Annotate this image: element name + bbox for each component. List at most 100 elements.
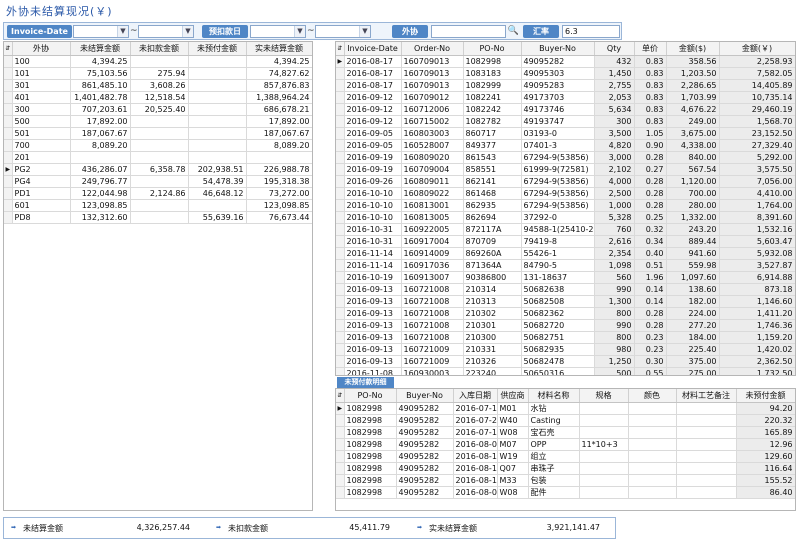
- vendor-summary-cell[interactable]: [130, 175, 189, 188]
- prepayment-detail-cell[interactable]: 49095282: [396, 402, 454, 415]
- invoice-detail-cell[interactable]: 1,703.99: [666, 91, 720, 104]
- invoice-detail-cell[interactable]: 889.44: [666, 235, 720, 248]
- invoice-detail-cell[interactable]: 49193747: [521, 115, 595, 128]
- invoice-detail-cell[interactable]: 160922005: [401, 223, 464, 236]
- vendor-summary-cell[interactable]: 123,098.85: [246, 199, 312, 212]
- vendor-summary-cell[interactable]: 301: [12, 79, 71, 92]
- invoice-detail-cell[interactable]: 1,250: [594, 355, 635, 368]
- vendor-summary-cell[interactable]: [188, 91, 247, 104]
- invoice-detail-cell[interactable]: 2016-10-31: [344, 235, 402, 248]
- invoice-detail-row[interactable]: 2016-09-13 160721008 210313 50682508 1,300 0.…: [336, 295, 795, 308]
- vendor-summary-cell[interactable]: 700: [12, 139, 71, 152]
- vendor-summary-cell[interactable]: 300: [12, 103, 71, 116]
- invoice-detail-column-header[interactable]: 单价: [634, 42, 667, 56]
- invoice-detail-cell[interactable]: 160917004: [401, 235, 464, 248]
- vendor-summary-row[interactable]: PG4 249,796.77 54,478.39 195,318.38: [4, 175, 312, 188]
- invoice-detail-cell[interactable]: 67294-9(53856): [521, 175, 595, 188]
- vendor-summary-row[interactable]: ▶ PG2 436,286.07 6,358.78 202,938.51 226,988.…: [4, 163, 312, 176]
- prepayment-detail-cell[interactable]: 49095282: [396, 438, 454, 451]
- invoice-detail-cell[interactable]: 3,000: [594, 151, 635, 164]
- prepayment-detail-cell[interactable]: Q07: [497, 462, 529, 475]
- vendor-summary-cell[interactable]: 8,089.20: [246, 139, 312, 152]
- vendor-summary-row[interactable]: 201: [4, 151, 312, 164]
- vendor-summary-cell[interactable]: PD1: [12, 187, 71, 200]
- invoice-detail-cell[interactable]: 0.28: [634, 151, 667, 164]
- vendor-summary-cell[interactable]: 1,388,964.24: [246, 91, 312, 104]
- invoice-detail-cell[interactable]: 5,932.08: [719, 247, 795, 260]
- invoice-detail-cell[interactable]: 2,102: [594, 163, 635, 176]
- invoice-detail-cell[interactable]: 2016-09-05: [344, 139, 402, 152]
- prepayment-detail-cell[interactable]: 2016-07-14: [453, 426, 498, 439]
- invoice-detail-cell[interactable]: 0.90: [634, 139, 667, 152]
- invoice-detail-cell[interactable]: 862935: [463, 199, 522, 212]
- invoice-detail-cell[interactable]: 0.83: [634, 91, 667, 104]
- invoice-detail-cell[interactable]: 03193-0: [521, 127, 595, 140]
- invoice-detail-cell[interactable]: 2,500: [594, 187, 635, 200]
- prepayment-detail-cell[interactable]: [628, 414, 677, 427]
- prepayment-detail-cell[interactable]: M07: [497, 438, 529, 451]
- invoice-detail-cell[interactable]: 160709013: [401, 55, 464, 68]
- invoice-detail-cell[interactable]: 2016-09-13: [344, 343, 402, 356]
- vendor-summary-cell[interactable]: 101: [12, 67, 71, 80]
- invoice-detail-cell[interactable]: 184.00: [666, 331, 720, 344]
- invoice-detail-cell[interactable]: 131-18637: [521, 271, 595, 284]
- invoice-detail-cell[interactable]: 160813001: [401, 199, 464, 212]
- invoice-detail-cell[interactable]: 37292-0: [521, 211, 595, 224]
- invoice-detail-cell[interactable]: 0.30: [634, 355, 667, 368]
- invoice-detail-cell[interactable]: 160721008: [401, 283, 464, 296]
- invoice-detail-column-header[interactable]: PO-No: [463, 42, 522, 56]
- invoice-detail-cell[interactable]: 1082241: [463, 91, 522, 104]
- invoice-detail-cell[interactable]: 0.14: [634, 295, 667, 308]
- invoice-detail-cell[interactable]: 225.40: [666, 343, 720, 356]
- prepayment-detail-cell[interactable]: [579, 486, 629, 499]
- invoice-detail-cell[interactable]: 160721009: [401, 343, 464, 356]
- prepayment-detail-cell[interactable]: [628, 402, 677, 415]
- invoice-detail-cell[interactable]: 500: [594, 367, 635, 375]
- invoice-detail-cell[interactable]: 90386800: [463, 271, 522, 284]
- invoice-detail-cell[interactable]: 862694: [463, 211, 522, 224]
- prepayment-detail-cell[interactable]: 94.20: [736, 402, 795, 415]
- invoice-detail-cell[interactable]: 0.83: [634, 67, 667, 80]
- vendor-summary-cell[interactable]: 201: [12, 151, 71, 164]
- invoice-detail-row[interactable]: 2016-09-12 160715002 1082782 49193747 300 0.8…: [336, 115, 795, 128]
- invoice-detail-column-header[interactable]: Invoice-Date: [344, 42, 402, 56]
- invoice-detail-cell[interactable]: 872117A: [463, 223, 522, 236]
- prepayment-detail-cell[interactable]: W19: [497, 450, 529, 463]
- vendor-summary-cell[interactable]: 132,312.60: [70, 211, 131, 224]
- prepayment-detail-cell[interactable]: 12.96: [736, 438, 795, 451]
- invoice-detail-cell[interactable]: 50682638: [521, 283, 595, 296]
- invoice-detail-cell[interactable]: 1,746.36: [719, 319, 795, 332]
- invoice-detail-cell[interactable]: 0.55: [634, 367, 667, 375]
- invoice-detail-cell[interactable]: 2016-09-13: [344, 355, 402, 368]
- invoice-detail-cell[interactable]: 2,258.93: [719, 55, 795, 68]
- prepayment-detail-cell[interactable]: 1082998: [344, 402, 397, 415]
- invoice-detail-cell[interactable]: 0.83: [634, 103, 667, 116]
- invoice-detail-cell[interactable]: 1,764.00: [719, 199, 795, 212]
- deduction-date-to-dropdown[interactable]: ▼: [315, 25, 371, 38]
- vendor-summary-cell[interactable]: 857,876.83: [246, 79, 312, 92]
- invoice-detail-cell[interactable]: 14,405.89: [719, 79, 795, 92]
- vendor-summary-cell[interactable]: 601: [12, 199, 71, 212]
- prepayment-detail-cell[interactable]: [628, 438, 677, 451]
- prepayment-detail-cell[interactable]: 配件: [528, 486, 580, 499]
- invoice-detail-cell[interactable]: 8,391.60: [719, 211, 795, 224]
- invoice-detail-cell[interactable]: 160809022: [401, 187, 464, 200]
- invoice-detail-cell[interactable]: 0.25: [634, 211, 667, 224]
- invoice-detail-cell[interactable]: 0.40: [634, 247, 667, 260]
- invoice-detail-cell[interactable]: 2016-10-31: [344, 223, 402, 236]
- vendor-summary-cell[interactable]: 123,098.85: [70, 199, 131, 212]
- prepayment-detail-cell[interactable]: W08: [497, 486, 529, 499]
- invoice-detail-cell[interactable]: 1,420.02: [719, 343, 795, 356]
- prepayment-detail-cell[interactable]: 1082998: [344, 426, 397, 439]
- invoice-detail-cell[interactable]: 2016-09-19: [344, 151, 402, 164]
- invoice-detail-row[interactable]: 2016-09-13 160721009 210331 50682935 980 0.23…: [336, 343, 795, 356]
- vendor-summary-cell[interactable]: [188, 67, 247, 80]
- prepayment-detail-cell[interactable]: 49095282: [396, 426, 454, 439]
- invoice-detail-cell[interactable]: 1,203.50: [666, 67, 720, 80]
- invoice-detail-cell[interactable]: 375.00: [666, 355, 720, 368]
- vendor-summary-row[interactable]: 500 17,892.00 17,892.00: [4, 115, 312, 128]
- invoice-detail-cell[interactable]: 432: [594, 55, 635, 68]
- vendor-summary-row[interactable]: 100 4,394.25 4,394.25: [4, 55, 312, 68]
- invoice-detail-cell[interactable]: 160712006: [401, 103, 464, 116]
- prepayment-detail-cell[interactable]: [676, 426, 737, 439]
